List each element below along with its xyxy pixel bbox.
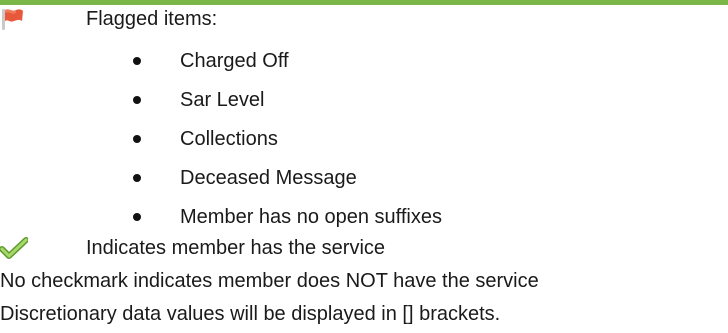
service-indicator-text: Indicates member has the service	[86, 237, 386, 259]
discretionary-text: Discretionary data values will be displa…	[0, 303, 501, 325]
list-item-text: Sar Level	[180, 89, 265, 111]
bullet-icon	[133, 174, 141, 182]
no-checkmark-note: No checkmark indicates member does NOT h…	[0, 266, 728, 296]
flagged-items-heading: Flagged items:	[86, 8, 218, 30]
list-item-text: Deceased Message	[180, 167, 357, 189]
bullet-icon	[133, 57, 141, 65]
bullet-icon	[133, 213, 141, 221]
list-item: Collections	[0, 124, 728, 154]
service-indicator-row: Indicates member has the service	[0, 233, 728, 263]
discretionary-note: Discretionary data values will be displa…	[0, 299, 728, 329]
list-item: Sar Level	[0, 85, 728, 115]
red-flag-icon	[0, 6, 26, 32]
green-checkmark-icon	[0, 236, 29, 262]
list-item-text: Charged Off	[180, 50, 289, 72]
list-item: Charged Off	[0, 46, 728, 76]
flagged-items-row: Flagged items:	[0, 4, 728, 34]
no-checkmark-text: No checkmark indicates member does NOT h…	[0, 270, 539, 292]
bullet-icon	[133, 96, 141, 104]
list-item-text: Member has no open suffixes	[180, 206, 443, 228]
list-item: Member has no open suffixes	[0, 202, 728, 232]
list-item: Deceased Message	[0, 163, 728, 193]
bullet-icon	[133, 135, 141, 143]
list-item-text: Collections	[180, 128, 278, 150]
